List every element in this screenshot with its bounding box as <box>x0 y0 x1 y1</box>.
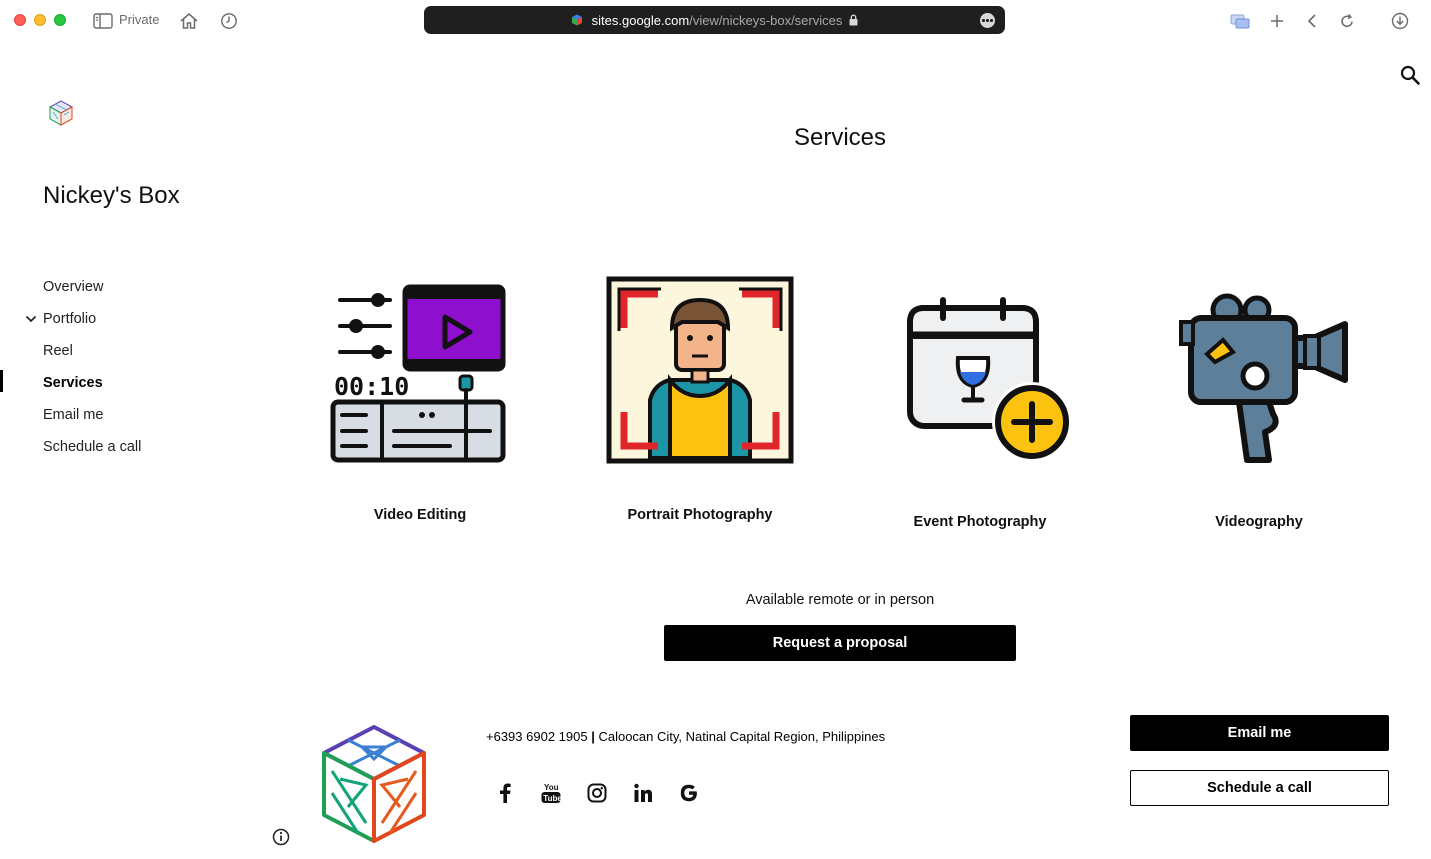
downloads-icon[interactable] <box>1389 10 1411 32</box>
site-logo-icon[interactable] <box>47 99 75 127</box>
reload-icon[interactable] <box>1336 10 1358 32</box>
contact-info: +6393 6902 1905 | Caloocan City, Natinal… <box>486 729 885 744</box>
video-editing-icon: 00:10 <box>330 284 506 463</box>
new-tab-icon[interactable] <box>1266 10 1288 32</box>
social-links: You Tube <box>494 781 700 805</box>
svg-text:You: You <box>544 783 559 792</box>
site-navigation: Overview Portfolio Reel Services Email m… <box>0 276 260 468</box>
close-window-button[interactable] <box>14 14 26 26</box>
nav-item-schedule-a-call[interactable]: Schedule a call <box>0 436 260 468</box>
tab-overview-icon[interactable] <box>1229 10 1251 32</box>
chevron-down-icon[interactable] <box>24 312 38 326</box>
youtube-icon[interactable]: You Tube <box>540 781 562 805</box>
svg-text:Tube: Tube <box>543 794 561 803</box>
service-card-video-editing: 00:10 Video Editing <box>300 280 540 540</box>
schedule-a-call-button[interactable]: Schedule a call <box>1130 770 1389 806</box>
email-me-button[interactable]: Email me <box>1130 715 1389 751</box>
service-card-event-photography: Event Photography <box>860 296 1100 540</box>
zoom-window-button[interactable] <box>54 14 66 26</box>
site-favicon-icon <box>571 14 582 26</box>
active-nav-indicator <box>0 370 3 392</box>
browser-toolbar: Private sites.google.com/view/nickeys-bo… <box>0 0 1431 42</box>
footer-logo-icon[interactable] <box>318 723 430 845</box>
back-icon[interactable] <box>1301 10 1323 32</box>
private-label: Private <box>119 12 160 27</box>
more-icon[interactable] <box>980 13 995 28</box>
contact-separator: | <box>587 729 599 744</box>
instagram-icon[interactable] <box>586 781 608 805</box>
service-card-videography: Videography <box>1139 292 1379 540</box>
request-proposal-button[interactable]: Request a proposal <box>664 625 1016 661</box>
service-label-videography: Videography <box>1215 514 1303 530</box>
linkedin-icon[interactable] <box>632 781 654 805</box>
service-label-portrait-photography: Portrait Photography <box>627 507 773 523</box>
history-icon[interactable] <box>218 10 240 32</box>
location-text: Caloocan City, Natinal Capital Region, P… <box>598 729 886 744</box>
sidebar-icon[interactable] <box>92 10 114 32</box>
page-title: Services <box>793 124 887 151</box>
svg-text:00:10: 00:10 <box>334 372 409 401</box>
lock-icon <box>849 14 858 26</box>
service-card-portrait-photography: Portrait Photography <box>580 276 820 540</box>
google-icon[interactable] <box>678 781 700 805</box>
url-text: sites.google.com/view/nickeys-box/servic… <box>591 12 843 28</box>
facebook-icon[interactable] <box>494 781 516 805</box>
event-photography-icon <box>907 297 1072 462</box>
service-label-event-photography: Event Photography <box>913 514 1047 530</box>
nav-item-portfolio[interactable]: Portfolio <box>0 308 260 340</box>
address-bar[interactable]: sites.google.com/view/nickeys-box/servic… <box>424 6 1005 34</box>
site-title[interactable]: Nickey's Box <box>43 182 180 210</box>
home-icon[interactable] <box>178 10 200 32</box>
phone-number[interactable]: +6393 6902 1905 <box>486 729 588 744</box>
search-icon[interactable] <box>1399 64 1421 86</box>
nav-item-reel[interactable]: Reel <box>0 340 260 372</box>
info-icon[interactable] <box>272 828 290 846</box>
availability-text: Available remote or in person <box>745 592 935 608</box>
nav-item-email-me[interactable]: Email me <box>0 404 260 436</box>
service-label-video-editing: Video Editing <box>373 507 467 523</box>
portrait-photography-icon <box>606 276 794 464</box>
video-camera-icon <box>1179 293 1348 463</box>
nav-item-overview[interactable]: Overview <box>0 276 260 308</box>
nav-item-services[interactable]: Services <box>0 370 260 404</box>
minimize-window-button[interactable] <box>34 14 46 26</box>
